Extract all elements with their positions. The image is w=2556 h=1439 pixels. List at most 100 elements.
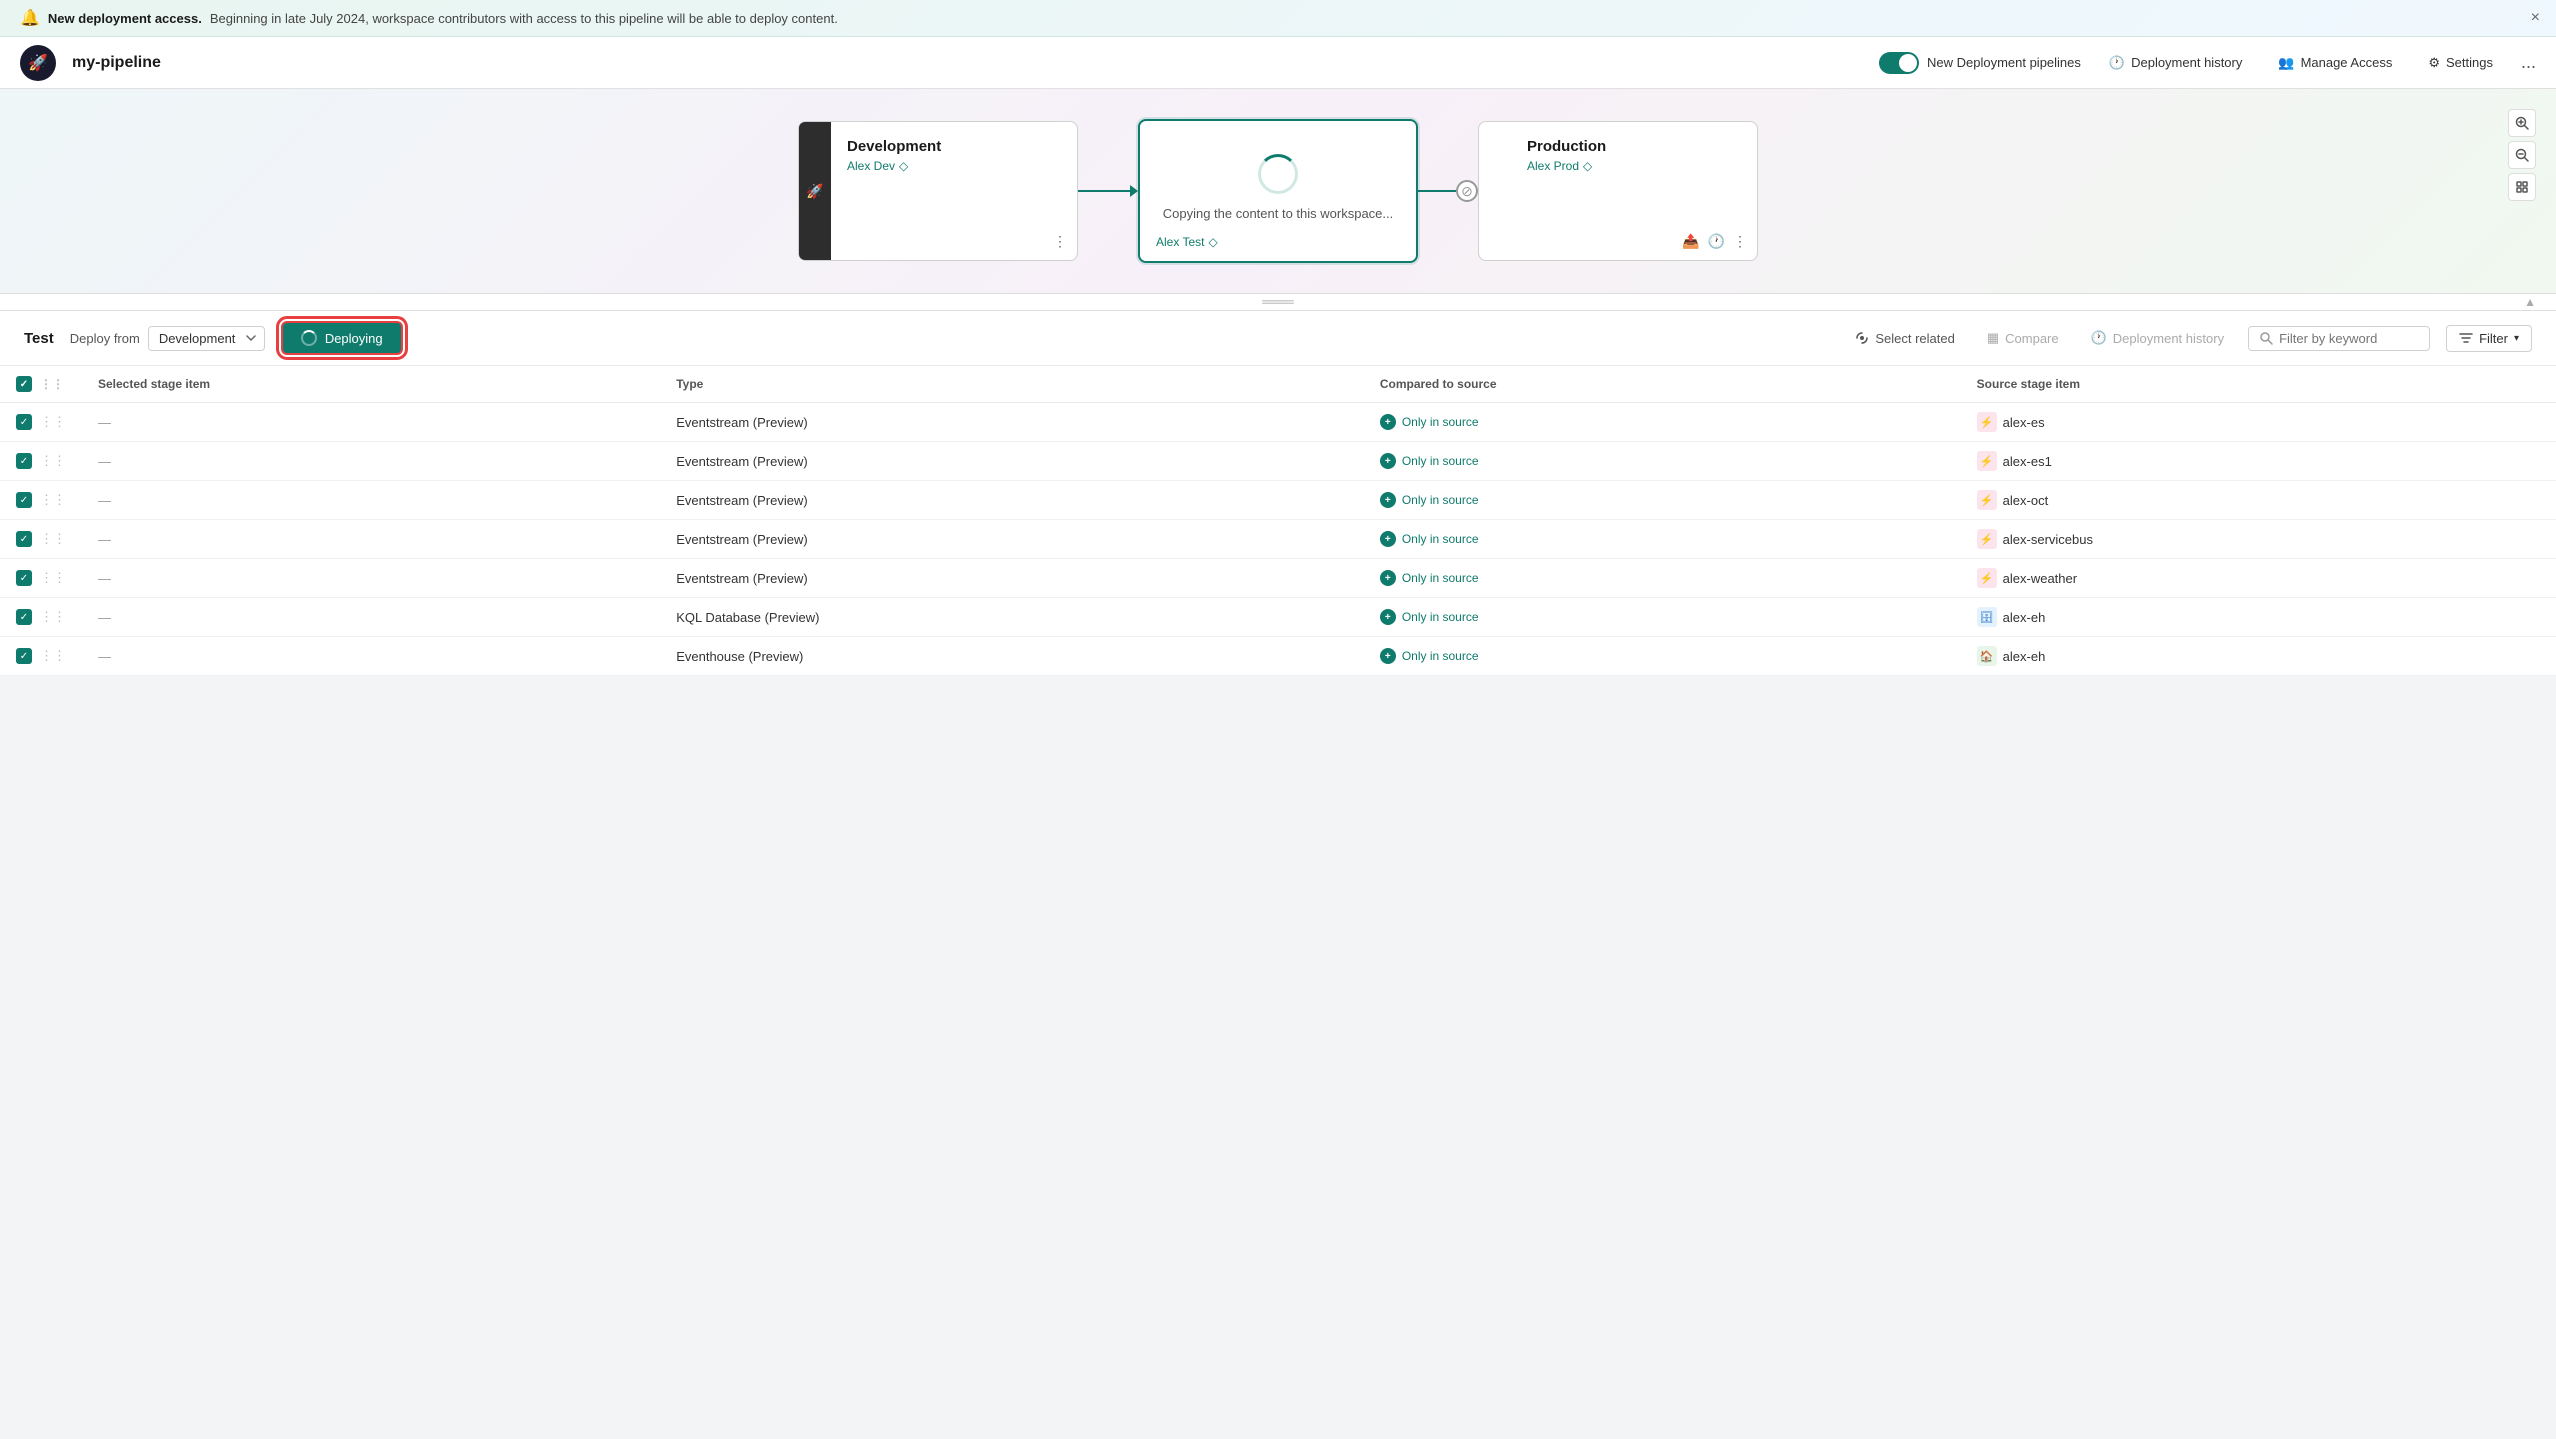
prod-stage-workspace: Alex Prod ◇ — [1527, 159, 1741, 173]
select-all-checkbox[interactable]: ✓ — [16, 376, 32, 392]
row-checkbox-cell-0: ✓ ⋮⋮ — [0, 403, 82, 442]
manage-access-button[interactable]: 👥 Manage Access — [2270, 51, 2400, 75]
stage-item-cell-3: — — [82, 520, 660, 559]
search-box — [2248, 326, 2430, 351]
prod-stage-more-button[interactable]: ⋮ — [1733, 233, 1747, 250]
compared-label-4: Only in source — [1402, 571, 1479, 585]
compared-cell-4: + Only in source — [1364, 559, 1961, 598]
items-table-wrapper: ✓ ⋮⋮ Selected stage item Type Compared t… — [0, 366, 2556, 676]
diamond-icon-test: ◇ — [1208, 235, 1217, 249]
drag-handle-5[interactable]: ⋮⋮ — [40, 609, 66, 625]
development-stage-card: 🚀 Development Alex Dev ◇ ⋮ — [798, 121, 1078, 261]
banner-text: Beginning in late July 2024, workspace c… — [210, 11, 838, 26]
items-table: ✓ ⋮⋮ Selected stage item Type Compared t… — [0, 366, 2556, 676]
drag-handle-3[interactable]: ⋮⋮ — [40, 531, 66, 547]
row-checkbox-0[interactable]: ✓ — [16, 414, 32, 430]
type-cell-1: Eventstream (Preview) — [660, 442, 1364, 481]
arrow-line-2 — [1418, 190, 1456, 192]
col-header-checkbox: ✓ ⋮⋮ — [0, 366, 82, 403]
toggle-knob — [1899, 54, 1917, 72]
bottom-toolbar: Test Deploy from Development Test Deploy… — [0, 311, 2556, 366]
compared-label-3: Only in source — [1402, 532, 1479, 546]
pipeline-stage-icon: 🚀 — [806, 183, 823, 200]
table-row: ✓ ⋮⋮ — Eventstream (Preview) + Only in s… — [0, 559, 2556, 598]
search-input[interactable] — [2279, 331, 2419, 346]
source-item-cell-5: 🗄 alex-eh — [1961, 598, 2556, 637]
deployment-history-button[interactable]: 🕐 Deployment history — [2101, 51, 2250, 75]
test-stage-card: Copying the content to this workspace...… — [1138, 119, 1418, 263]
row-checkbox-cell-1: ✓ ⋮⋮ — [0, 442, 82, 481]
filter-icon — [2459, 332, 2473, 344]
drag-handle-6[interactable]: ⋮⋮ — [40, 648, 66, 664]
drag-handle-4[interactable]: ⋮⋮ — [40, 570, 66, 586]
arrow-dev-to-test — [1078, 185, 1138, 197]
drag-handle-0[interactable]: ⋮⋮ — [40, 414, 66, 430]
toggle-label: New Deployment pipelines — [1927, 55, 2081, 70]
more-options-button[interactable]: ... — [2521, 52, 2536, 73]
stage-item-cell-0: — — [82, 403, 660, 442]
prod-history-button[interactable]: 🕐 — [1708, 233, 1725, 250]
compared-cell-1: + Only in source — [1364, 442, 1961, 481]
filter-button[interactable]: Filter ▾ — [2446, 325, 2532, 352]
compared-label-1: Only in source — [1402, 454, 1479, 468]
stage-item-cell-5: — — [82, 598, 660, 637]
prod-deploy-button[interactable]: 📤 — [1682, 233, 1699, 250]
history-button[interactable]: 🕐 Deployment history — [2083, 326, 2232, 350]
deployment-history-label: Deployment history — [2131, 55, 2242, 70]
row-checkbox-cell-6: ✓ ⋮⋮ — [0, 637, 82, 676]
source-icon-0: ⚡ — [1977, 412, 1997, 432]
row-checkbox-2[interactable]: ✓ — [16, 492, 32, 508]
zoom-in-button[interactable] — [2508, 109, 2536, 137]
dev-stage-content: Development Alex Dev ◇ — [799, 122, 1077, 185]
collapse-panel-button[interactable]: ▲ — [2524, 295, 2536, 309]
people-icon: 👥 — [2278, 55, 2294, 71]
settings-button[interactable]: ⚙ Settings — [2420, 51, 2501, 75]
button-spinner — [301, 330, 317, 346]
blocked-indicator: ⊘ — [1456, 180, 1478, 202]
deploy-spinner — [1258, 154, 1298, 194]
select-related-button[interactable]: Select related — [1847, 327, 1963, 350]
resize-handle[interactable]: ▲ — [0, 293, 2556, 311]
deploy-from-select[interactable]: Development Test — [148, 326, 265, 351]
close-banner-button[interactable]: × — [2531, 9, 2540, 27]
row-checkbox-6[interactable]: ✓ — [16, 648, 32, 664]
pipeline-title: my-pipeline — [72, 54, 161, 72]
drag-handle-1[interactable]: ⋮⋮ — [40, 453, 66, 469]
toolbar-right-actions: Select related ▦ Compare 🕐 Deployment hi… — [1847, 325, 2532, 352]
compare-button[interactable]: ▦ Compare — [1979, 326, 2067, 350]
row-checkbox-3[interactable]: ✓ — [16, 531, 32, 547]
source-item-cell-1: ⚡ alex-es1 — [1961, 442, 2556, 481]
prod-stage-footer: 📤 🕐 ⋮ — [1682, 233, 1747, 250]
drag-handle-2[interactable]: ⋮⋮ — [40, 492, 66, 508]
compared-label-6: Only in source — [1402, 649, 1479, 663]
row-checkbox-5[interactable]: ✓ — [16, 609, 32, 625]
pipeline-stages: 🚀 Development Alex Dev ◇ ⋮ Copying the c — [50, 119, 2506, 263]
stage-item-cell-2: — — [82, 481, 660, 520]
settings-label: Settings — [2446, 55, 2493, 70]
deploying-button[interactable]: Deploying — [281, 321, 403, 355]
source-name-1: alex-es1 — [2003, 454, 2052, 469]
new-deployment-toggle[interactable] — [1879, 52, 1919, 74]
row-checkbox-1[interactable]: ✓ — [16, 453, 32, 469]
diamond-icon-prod: ◇ — [1583, 159, 1592, 173]
prod-stage-content: Production Alex Prod ◇ — [1479, 122, 1757, 185]
compare-icon: ▦ — [1987, 330, 1999, 346]
col-header-source: Source stage item — [1961, 366, 2556, 403]
row-checkbox-4[interactable]: ✓ — [16, 570, 32, 586]
arrow-line — [1078, 190, 1130, 192]
plus-icon-3: + — [1380, 531, 1396, 547]
plus-icon-5: + — [1380, 609, 1396, 625]
test-stage-workspace: Alex Test ◇ — [1156, 235, 1218, 249]
source-item-cell-4: ⚡ alex-weather — [1961, 559, 2556, 598]
select-related-label: Select related — [1875, 331, 1955, 346]
filter-label: Filter — [2479, 331, 2508, 346]
zoom-controls — [2508, 109, 2536, 201]
source-name-0: alex-es — [2003, 415, 2045, 430]
fit-view-button[interactable] — [2508, 173, 2536, 201]
source-item-cell-3: ⚡ alex-servicebus — [1961, 520, 2556, 559]
stage-item-cell-1: — — [82, 442, 660, 481]
source-icon-1: ⚡ — [1977, 451, 1997, 471]
dev-stage-more-button[interactable]: ⋮ — [1053, 233, 1067, 250]
settings-icon: ⚙ — [2428, 55, 2440, 71]
zoom-out-button[interactable] — [2508, 141, 2536, 169]
